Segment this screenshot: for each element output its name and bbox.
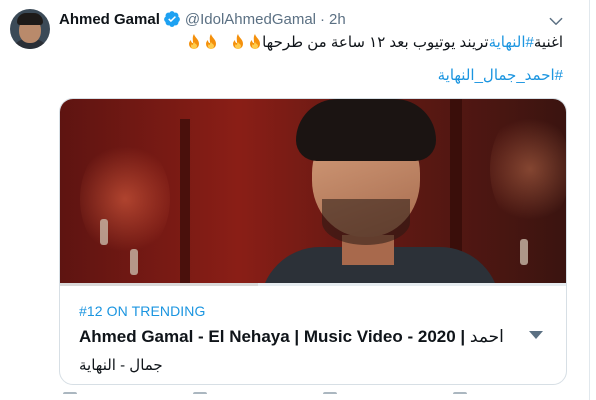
background-light xyxy=(490,109,566,229)
avatar[interactable] xyxy=(10,9,50,49)
background-shelf xyxy=(180,119,190,283)
tweet-text-start: اغنية xyxy=(533,34,563,51)
fire-emoji-icon xyxy=(206,34,217,49)
reply-icon[interactable] xyxy=(63,392,77,400)
tweet[interactable]: Ahmed Gamal @IdolAhmedGamal · 2h اغنية #… xyxy=(0,0,590,400)
author-handle[interactable]: @IdolAhmedGamal xyxy=(185,11,316,28)
background-bottle xyxy=(100,219,108,245)
tweet-actions xyxy=(59,392,567,400)
hashtag-link[interactable]: #النهاية xyxy=(489,33,534,51)
card-body[interactable]: #12 ON TRENDING Ahmed Gamal - El Nehaya … xyxy=(60,286,566,384)
video-subtitle: جمال - النهاية xyxy=(79,357,163,374)
person-beard xyxy=(322,199,410,245)
video-title-ar: احمد xyxy=(469,327,504,346)
tweet-text-end: تريند يوتيوب بعد ١٢ ساعة من طرحها xyxy=(262,34,489,51)
tweet-header: Ahmed Gamal @IdolAhmedGamal · 2h xyxy=(59,9,346,29)
chevron-down-icon[interactable] xyxy=(547,12,565,30)
background-bottle xyxy=(520,239,528,265)
hashtag-link[interactable]: #احمد_جمال_النهاية xyxy=(438,67,563,84)
author-name[interactable]: Ahmed Gamal xyxy=(59,11,160,28)
tweet-time[interactable]: 2h xyxy=(329,11,346,28)
youtube-card[interactable]: #12 ON TRENDING Ahmed Gamal - El Nehaya … xyxy=(59,98,567,385)
trending-label: #12 ON TRENDING xyxy=(79,303,206,319)
avatar-hair xyxy=(17,13,43,25)
video-title: Ahmed Gamal - El Nehaya | Music Video - … xyxy=(79,327,504,347)
separator-dot: · xyxy=(320,10,325,28)
fire-emoji-icon xyxy=(189,34,200,49)
fire-emoji-icon xyxy=(250,34,261,49)
background-bottle xyxy=(130,249,138,275)
video-thumbnail[interactable] xyxy=(60,99,566,283)
fire-emoji-icon xyxy=(233,34,244,49)
retweet-icon[interactable] xyxy=(193,392,207,400)
dropdown-triangle-icon[interactable] xyxy=(528,330,544,340)
verified-badge-icon xyxy=(163,11,180,27)
person-hair xyxy=(296,99,436,161)
background-light xyxy=(80,139,170,259)
video-title-en: Ahmed Gamal - El Nehaya | Music Video - … xyxy=(79,327,470,346)
tweet-text-line-2: #احمد_جمال_النهاية xyxy=(438,66,563,84)
tweet-text-line-1: اغنية #النهاية تريند يوتيوب بعد ١٢ ساعة … xyxy=(184,33,563,51)
timeline-border xyxy=(589,0,590,400)
like-icon[interactable] xyxy=(323,392,337,400)
share-icon[interactable] xyxy=(453,392,467,400)
